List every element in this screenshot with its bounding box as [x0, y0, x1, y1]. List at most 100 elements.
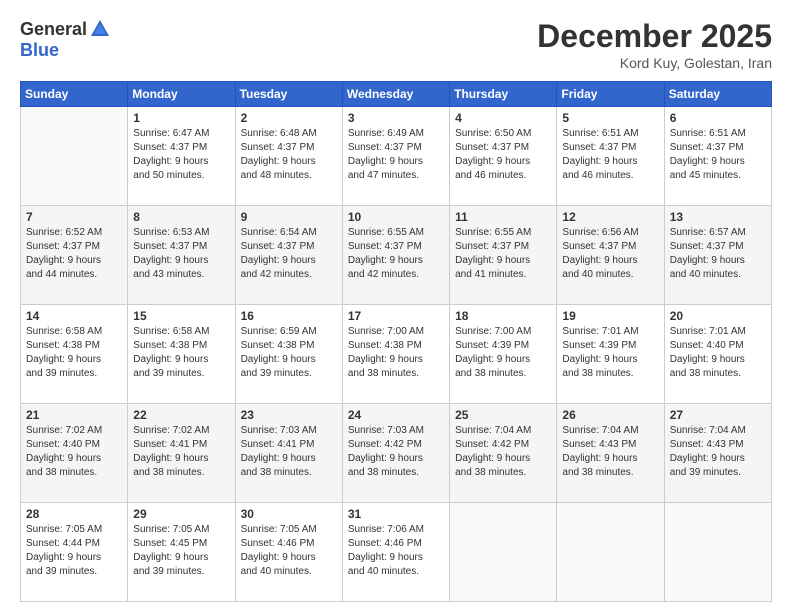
- day-info: Sunrise: 6:47 AM Sunset: 4:37 PM Dayligh…: [133, 127, 229, 183]
- day-number: 26: [562, 408, 658, 422]
- day-number: 29: [133, 507, 229, 521]
- calendar-cell: [450, 503, 557, 602]
- page: General Blue December 2025 Kord Kuy, Gol…: [0, 0, 792, 612]
- day-info: Sunrise: 7:03 AM Sunset: 4:41 PM Dayligh…: [241, 424, 337, 480]
- day-info: Sunrise: 7:06 AM Sunset: 4:46 PM Dayligh…: [348, 523, 444, 579]
- weekday-header-wednesday: Wednesday: [342, 82, 449, 107]
- calendar-cell: 12 Sunrise: 6:56 AM Sunset: 4:37 PM Dayli…: [557, 206, 664, 305]
- calendar-cell: 25Sunrise: 7:04 AM Sunset: 4:42 PM Dayli…: [450, 404, 557, 503]
- day-number: 11: [455, 210, 551, 224]
- calendar-cell: 13 Sunrise: 6:57 AM Sunset: 4:37 PM Dayli…: [664, 206, 771, 305]
- day-info: Sunrise: 7:04 AM Sunset: 4:43 PM Dayligh…: [562, 424, 658, 480]
- day-info: Sunrise: 6:54 AM Sunset: 4:37 PM Dayligh…: [241, 226, 337, 282]
- week-row-1: 1 Sunrise: 6:47 AM Sunset: 4:37 PM Daylig…: [21, 107, 772, 206]
- day-info: Sunrise: 7:00 AM Sunset: 4:38 PM Dayligh…: [348, 325, 444, 381]
- day-number: 27: [670, 408, 766, 422]
- day-number: 13: [670, 210, 766, 224]
- weekday-header-saturday: Saturday: [664, 82, 771, 107]
- day-info: Sunrise: 6:58 AM Sunset: 4:38 PM Dayligh…: [26, 325, 122, 381]
- day-info: Sunrise: 6:56 AM Sunset: 4:37 PM Dayligh…: [562, 226, 658, 282]
- day-number: 5: [562, 111, 658, 125]
- day-info: Sunrise: 6:51 AM Sunset: 4:37 PM Dayligh…: [562, 127, 658, 183]
- day-number: 1: [133, 111, 229, 125]
- day-info: Sunrise: 7:05 AM Sunset: 4:45 PM Dayligh…: [133, 523, 229, 579]
- day-info: Sunrise: 6:50 AM Sunset: 4:37 PM Dayligh…: [455, 127, 551, 183]
- calendar-cell: 18 Sunrise: 7:00 AM Sunset: 4:39 PM Dayli…: [450, 305, 557, 404]
- day-number: 28: [26, 507, 122, 521]
- weekday-header-monday: Monday: [128, 82, 235, 107]
- day-info: Sunrise: 6:57 AM Sunset: 4:37 PM Dayligh…: [670, 226, 766, 282]
- weekday-header-friday: Friday: [557, 82, 664, 107]
- day-info: Sunrise: 7:00 AM Sunset: 4:39 PM Dayligh…: [455, 325, 551, 381]
- weekday-header-row: SundayMondayTuesdayWednesdayThursdayFrid…: [21, 82, 772, 107]
- logo: General Blue: [20, 18, 111, 61]
- calendar-cell: 28 Sunrise: 7:05 AM Sunset: 4:44 PM Dayli…: [21, 503, 128, 602]
- day-number: 17: [348, 309, 444, 323]
- calendar-cell: 9Sunrise: 6:54 AM Sunset: 4:37 PM Daylig…: [235, 206, 342, 305]
- day-info: Sunrise: 6:55 AM Sunset: 4:37 PM Dayligh…: [455, 226, 551, 282]
- day-number: 30: [241, 507, 337, 521]
- day-number: 31: [348, 507, 444, 521]
- day-info: Sunrise: 6:58 AM Sunset: 4:38 PM Dayligh…: [133, 325, 229, 381]
- day-number: 15: [133, 309, 229, 323]
- calendar-cell: 21Sunrise: 7:02 AM Sunset: 4:40 PM Dayli…: [21, 404, 128, 503]
- month-title: December 2025: [537, 18, 772, 55]
- day-info: Sunrise: 6:49 AM Sunset: 4:37 PM Dayligh…: [348, 127, 444, 183]
- day-info: Sunrise: 7:02 AM Sunset: 4:40 PM Dayligh…: [26, 424, 122, 480]
- day-number: 8: [133, 210, 229, 224]
- calendar-cell: 30 Sunrise: 7:05 AM Sunset: 4:46 PM Dayli…: [235, 503, 342, 602]
- day-number: 16: [241, 309, 337, 323]
- calendar-cell: 3 Sunrise: 6:49 AM Sunset: 4:37 PM Daylig…: [342, 107, 449, 206]
- day-info: Sunrise: 7:01 AM Sunset: 4:40 PM Dayligh…: [670, 325, 766, 381]
- calendar-cell: 26 Sunrise: 7:04 AM Sunset: 4:43 PM Dayli…: [557, 404, 664, 503]
- calendar-cell: 4 Sunrise: 6:50 AM Sunset: 4:37 PM Daylig…: [450, 107, 557, 206]
- calendar-cell: 16 Sunrise: 6:59 AM Sunset: 4:38 PM Dayli…: [235, 305, 342, 404]
- day-number: 4: [455, 111, 551, 125]
- day-number: 14: [26, 309, 122, 323]
- calendar-cell: 20 Sunrise: 7:01 AM Sunset: 4:40 PM Dayli…: [664, 305, 771, 404]
- calendar-cell: 31 Sunrise: 7:06 AM Sunset: 4:46 PM Dayli…: [342, 503, 449, 602]
- header: General Blue December 2025 Kord Kuy, Gol…: [20, 18, 772, 71]
- calendar-cell: 2Sunrise: 6:48 AM Sunset: 4:37 PM Daylig…: [235, 107, 342, 206]
- calendar-cell: 24 Sunrise: 7:03 AM Sunset: 4:42 PM Dayli…: [342, 404, 449, 503]
- week-row-3: 14 Sunrise: 6:58 AM Sunset: 4:38 PM Dayli…: [21, 305, 772, 404]
- day-number: 12: [562, 210, 658, 224]
- calendar-cell: [557, 503, 664, 602]
- calendar-cell: [664, 503, 771, 602]
- day-info: Sunrise: 7:05 AM Sunset: 4:46 PM Dayligh…: [241, 523, 337, 579]
- day-number: 24: [348, 408, 444, 422]
- day-number: 23: [241, 408, 337, 422]
- day-number: 19: [562, 309, 658, 323]
- title-area: December 2025 Kord Kuy, Golestan, Iran: [537, 18, 772, 71]
- calendar-cell: 1 Sunrise: 6:47 AM Sunset: 4:37 PM Daylig…: [128, 107, 235, 206]
- day-info: Sunrise: 6:55 AM Sunset: 4:37 PM Dayligh…: [348, 226, 444, 282]
- day-number: 3: [348, 111, 444, 125]
- weekday-header-sunday: Sunday: [21, 82, 128, 107]
- day-info: Sunrise: 7:01 AM Sunset: 4:39 PM Dayligh…: [562, 325, 658, 381]
- calendar-cell: 17 Sunrise: 7:00 AM Sunset: 4:38 PM Dayli…: [342, 305, 449, 404]
- day-info: Sunrise: 6:48 AM Sunset: 4:37 PM Dayligh…: [241, 127, 337, 183]
- day-info: Sunrise: 6:59 AM Sunset: 4:38 PM Dayligh…: [241, 325, 337, 381]
- calendar-cell: 23 Sunrise: 7:03 AM Sunset: 4:41 PM Dayli…: [235, 404, 342, 503]
- week-row-4: 21Sunrise: 7:02 AM Sunset: 4:40 PM Dayli…: [21, 404, 772, 503]
- calendar-cell: 27Sunrise: 7:04 AM Sunset: 4:43 PM Dayli…: [664, 404, 771, 503]
- calendar-cell: 5 Sunrise: 6:51 AM Sunset: 4:37 PM Daylig…: [557, 107, 664, 206]
- day-info: Sunrise: 7:04 AM Sunset: 4:42 PM Dayligh…: [455, 424, 551, 480]
- calendar-table: SundayMondayTuesdayWednesdayThursdayFrid…: [20, 81, 772, 602]
- day-info: Sunrise: 7:02 AM Sunset: 4:41 PM Dayligh…: [133, 424, 229, 480]
- calendar-cell: 11 Sunrise: 6:55 AM Sunset: 4:37 PM Dayli…: [450, 206, 557, 305]
- week-row-2: 7Sunrise: 6:52 AM Sunset: 4:37 PM Daylig…: [21, 206, 772, 305]
- logo-general-text: General: [20, 19, 87, 40]
- day-info: Sunrise: 7:05 AM Sunset: 4:44 PM Dayligh…: [26, 523, 122, 579]
- calendar-cell: 14 Sunrise: 6:58 AM Sunset: 4:38 PM Dayli…: [21, 305, 128, 404]
- day-number: 18: [455, 309, 551, 323]
- day-info: Sunrise: 7:03 AM Sunset: 4:42 PM Dayligh…: [348, 424, 444, 480]
- day-info: Sunrise: 6:53 AM Sunset: 4:37 PM Dayligh…: [133, 226, 229, 282]
- day-number: 20: [670, 309, 766, 323]
- logo-icon: [89, 18, 111, 40]
- calendar-cell: 6Sunrise: 6:51 AM Sunset: 4:37 PM Daylig…: [664, 107, 771, 206]
- week-row-5: 28 Sunrise: 7:05 AM Sunset: 4:44 PM Dayli…: [21, 503, 772, 602]
- calendar-cell: 22Sunrise: 7:02 AM Sunset: 4:41 PM Dayli…: [128, 404, 235, 503]
- calendar-cell: 29 Sunrise: 7:05 AM Sunset: 4:45 PM Dayli…: [128, 503, 235, 602]
- calendar-cell: 15 Sunrise: 6:58 AM Sunset: 4:38 PM Dayli…: [128, 305, 235, 404]
